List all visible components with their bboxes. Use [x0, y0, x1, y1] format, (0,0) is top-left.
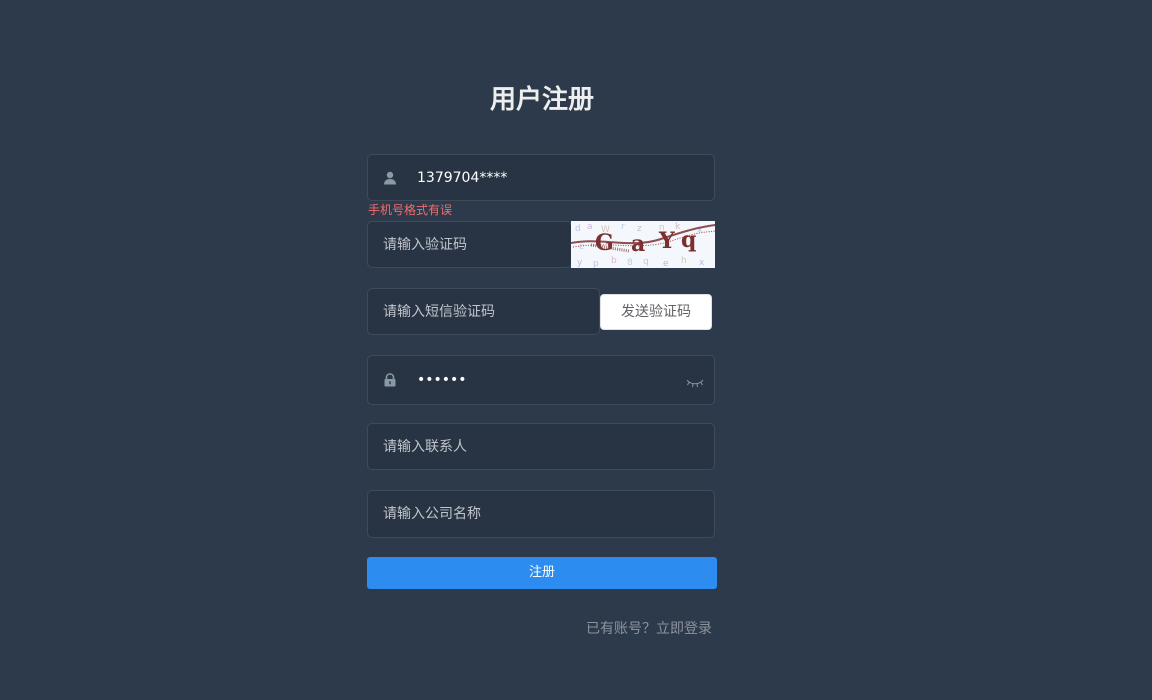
svg-text:h: h — [681, 256, 687, 266]
phone-input[interactable] — [417, 155, 707, 200]
svg-text:Y: Y — [658, 228, 675, 254]
password-field — [367, 355, 715, 405]
svg-text:e: e — [663, 259, 669, 268]
sms-code-input[interactable] — [383, 289, 593, 334]
svg-text:p: p — [593, 259, 599, 268]
login-link[interactable]: 已有账号？立即登录 — [367, 618, 712, 640]
company-input[interactable] — [383, 491, 703, 537]
svg-text:d: d — [575, 224, 581, 234]
svg-text:a: a — [631, 231, 645, 257]
captcha-image[interactable]: d a W r z n k x y p b 8 q e h x F c G a … — [571, 221, 715, 268]
svg-text:8: 8 — [627, 258, 633, 268]
svg-text:b: b — [611, 256, 617, 266]
svg-text:y: y — [577, 258, 583, 268]
register-button[interactable]: 注册 — [367, 557, 717, 589]
svg-text:G: G — [595, 230, 614, 256]
svg-text:q: q — [681, 227, 696, 253]
register-page: 用户注册 手机号格式有误 d a W r z n k x y — [0, 0, 1152, 700]
page-title: 用户注册 — [489, 85, 594, 115]
lock-icon — [382, 372, 398, 388]
phone-error-message: 手机号格式有误 — [368, 203, 453, 217]
contact-field — [367, 423, 715, 470]
svg-text:a: a — [587, 222, 593, 232]
captcha-field — [367, 221, 572, 268]
svg-text:q: q — [643, 257, 649, 267]
send-sms-code-button[interactable]: 发送验证码 — [600, 294, 712, 330]
password-input[interactable] — [417, 356, 677, 404]
svg-text:c: c — [579, 242, 584, 252]
phone-field — [367, 154, 715, 201]
user-icon — [382, 170, 398, 186]
contact-input[interactable] — [383, 424, 703, 469]
svg-text:r: r — [621, 222, 625, 232]
company-field — [367, 490, 715, 538]
sms-code-field — [367, 288, 600, 335]
eye-closed-icon[interactable] — [686, 374, 704, 388]
svg-text:x: x — [699, 258, 705, 268]
captcha-input[interactable] — [383, 222, 563, 267]
